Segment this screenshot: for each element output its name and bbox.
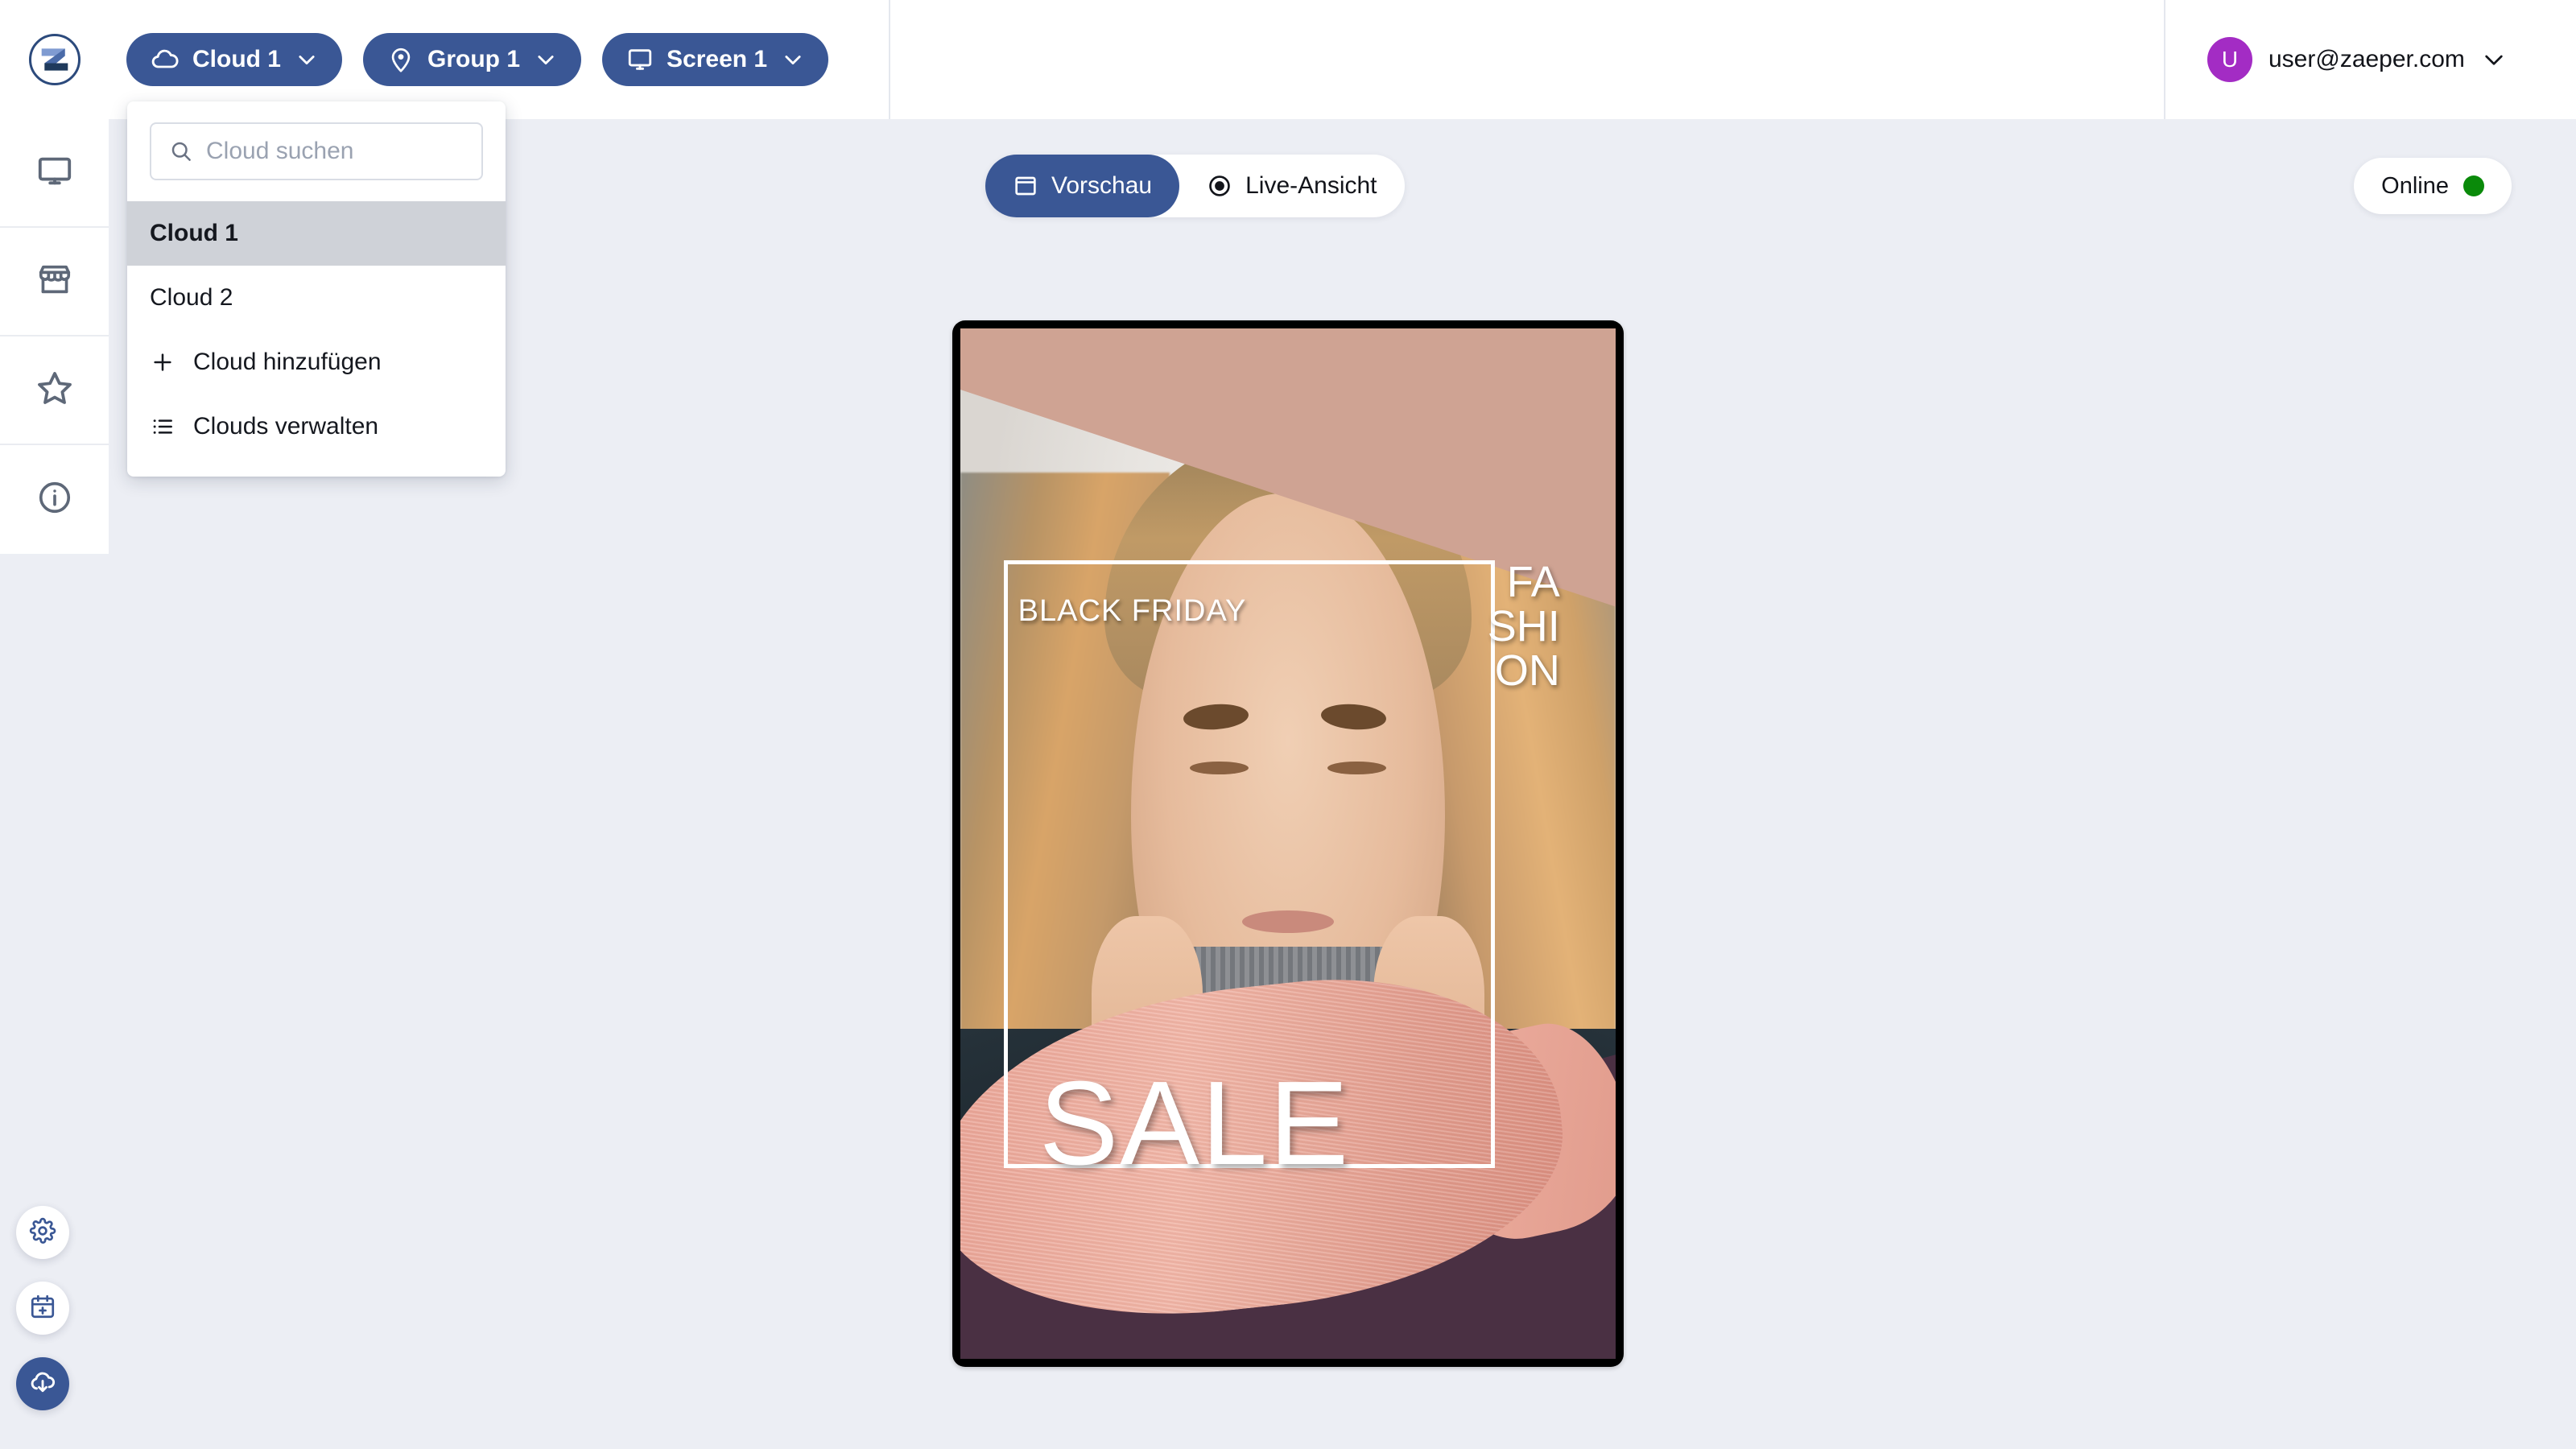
app-logo[interactable]: [0, 0, 109, 119]
cloud-selector-label: Cloud 1: [192, 46, 281, 72]
cloud-icon: [151, 45, 180, 74]
preview-black-friday-text: BLACK FRIDAY: [1018, 594, 1247, 629]
preview-sale-text: SALE: [1038, 1057, 1351, 1191]
manage-clouds-action[interactable]: Clouds verwalten: [127, 394, 506, 459]
screen-preview-content: BLACK FRIDAY FA SHI ON SALE: [960, 328, 1616, 1359]
add-cloud-label: Cloud hinzufügen: [193, 349, 382, 375]
tab-live-ansicht[interactable]: Live-Ansicht: [1179, 155, 1404, 217]
list-icon: [150, 414, 177, 440]
view-mode-toggle: Vorschau Live-Ansicht: [985, 155, 1405, 217]
cloud-option-1[interactable]: Cloud 1: [127, 201, 506, 266]
chevron-down-icon: [295, 48, 318, 71]
sidebar-item-store[interactable]: [0, 228, 109, 336]
chevron-down-icon: [782, 48, 804, 71]
record-dot-icon: [1207, 173, 1232, 199]
cloud-dropdown-menu: Cloud 1 Cloud 2 Cloud hinzufügen: [127, 101, 506, 477]
screen-selector-label: Screen 1: [667, 46, 768, 72]
sidebar-item-favorites[interactable]: [0, 336, 109, 445]
calendar-plus-icon: [29, 1293, 56, 1324]
location-pin-icon: [387, 46, 415, 73]
app-root: Cloud 1 Group 1 Screen 1 U user@zaeper.c…: [0, 0, 2576, 1449]
tab-vorschau[interactable]: Vorschau: [985, 155, 1180, 217]
star-icon: [35, 369, 74, 411]
plus-icon: [150, 349, 177, 375]
cloud-option-label: Cloud 1: [150, 220, 238, 246]
settings-button[interactable]: [16, 1206, 69, 1259]
preview-fashion-line-3: ON: [1494, 646, 1560, 696]
user-menu[interactable]: U user@zaeper.com: [2165, 0, 2576, 119]
screen-preview-frame[interactable]: BLACK FRIDAY FA SHI ON SALE: [952, 320, 1624, 1367]
sidebar-action-buttons: [16, 1206, 69, 1410]
monitor-icon: [36, 152, 73, 193]
preview-fashion-line-1: FA: [1506, 558, 1560, 606]
schedule-button[interactable]: [16, 1282, 69, 1335]
gear-icon: [29, 1217, 56, 1249]
cloud-search-input[interactable]: [206, 138, 464, 165]
preview-fashion-text: FA SHI ON: [1487, 558, 1560, 696]
cloud-search-box[interactable]: [150, 122, 483, 180]
store-icon: [36, 261, 73, 302]
cloud-selector-chip[interactable]: Cloud 1: [126, 33, 342, 86]
sidebar-item-info[interactable]: [0, 445, 109, 554]
user-email-label: user@zaeper.com: [2268, 46, 2465, 72]
monitor-icon: [626, 46, 654, 73]
search-icon: [169, 139, 193, 163]
status-badge: Online: [2354, 158, 2512, 214]
status-indicator-dot: [2463, 175, 2484, 196]
cloud-option-2[interactable]: Cloud 2: [127, 266, 506, 330]
cloud-search-wrapper: [127, 122, 506, 201]
avatar: U: [2207, 37, 2252, 82]
screen-selector-chip[interactable]: Screen 1: [602, 33, 829, 86]
chevron-down-icon: [535, 48, 557, 71]
add-cloud-action[interactable]: Cloud hinzufügen: [127, 330, 506, 394]
manage-clouds-label: Clouds verwalten: [193, 413, 379, 440]
tab-vorschau-label: Vorschau: [1051, 172, 1153, 199]
status-badge-label: Online: [2381, 172, 2449, 199]
header-divider-left: [889, 0, 890, 119]
cloud-option-label: Cloud 2: [150, 284, 233, 311]
context-chip-group: Cloud 1 Group 1 Screen 1: [126, 33, 829, 86]
window-icon: [1013, 173, 1038, 199]
sidebar-item-screens[interactable]: [0, 119, 109, 228]
group-selector-label: Group 1: [427, 46, 521, 72]
preview-fashion-line-2: SHI: [1487, 602, 1560, 651]
group-selector-chip[interactable]: Group 1: [363, 33, 582, 86]
chevron-down-icon: [2481, 47, 2507, 72]
info-circle-icon: [36, 479, 73, 520]
tab-live-ansicht-label: Live-Ansicht: [1245, 172, 1377, 199]
logo-circle: [28, 34, 80, 85]
left-sidebar: [0, 119, 109, 554]
publish-button[interactable]: [16, 1357, 69, 1410]
cloud-download-icon: [28, 1368, 57, 1401]
logo-z-icon: [41, 48, 68, 71]
